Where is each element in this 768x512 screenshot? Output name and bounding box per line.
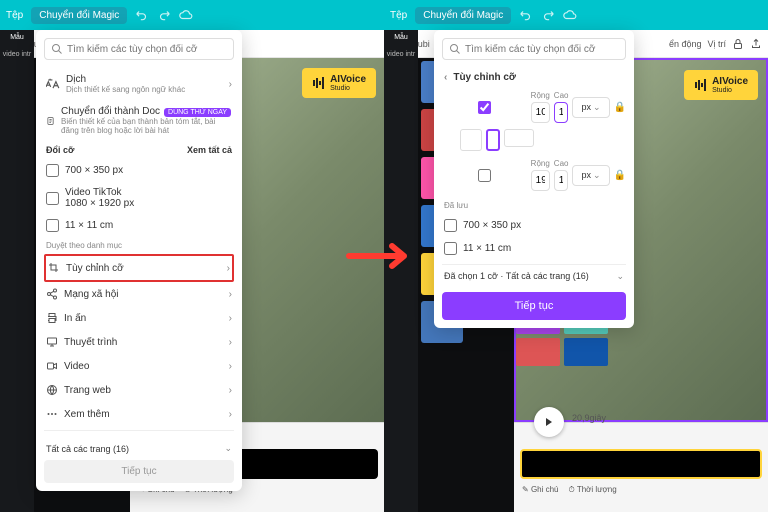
search-input[interactable] [442,38,626,60]
share-icon [46,288,58,300]
presentation-icon [46,336,58,348]
height-input-2[interactable] [554,170,569,191]
cloud-icon[interactable] [179,8,193,22]
cat-social[interactable]: Mạng xã hội› [44,282,234,306]
more-icon [46,408,58,420]
aivoice-badge: AIVoiceStudio [684,70,758,100]
search-input[interactable] [44,38,234,60]
docify-row[interactable]: Chuyển đổi thành DocDÙNG THỬ NGAYBiến th… [44,100,234,141]
duration-button[interactable]: ⏱ Thời lượng [569,485,617,495]
size-checkbox-2[interactable] [442,169,527,182]
summary-row[interactable]: Đã chọn 1 cỡ · Tất cả các trang (16)⌄ [442,264,626,288]
aivoice-badge: AIVoiceStudio [302,68,376,98]
sidebar-tab-intro[interactable]: video intr [3,51,31,58]
timecode: 20,9giây [572,413,606,423]
share-icon[interactable] [750,38,762,50]
undo-icon[interactable] [519,8,533,22]
lock-icon[interactable] [732,38,744,50]
sidebar-tab-template[interactable]: Mẫu [394,34,408,41]
continue-button[interactable]: Tiếp tục [442,292,626,320]
animate-button[interactable]: ển động [669,39,702,49]
size-tiktok[interactable]: Video TikTok1080 × 1920 px [44,182,234,214]
cloud-icon[interactable] [563,8,577,22]
size-11x11[interactable]: 11 × 11 cm [44,214,234,237]
orient-portrait[interactable] [486,129,500,151]
chevron-left-icon: ‹ [444,72,447,83]
play-button[interactable] [534,407,564,437]
allpages-row[interactable]: Tất cả các trang (16)⌄ [44,437,234,460]
size-checkbox-1[interactable] [442,101,527,114]
wave-icon [312,76,326,90]
size-700x350[interactable]: 700 × 350 px [44,159,234,182]
redo-icon[interactable] [157,8,171,22]
resize-panel: DịchDịch thiết kế sang ngôn ngữ khác › C… [36,30,242,491]
orient-landscape[interactable] [504,129,534,147]
search-icon [51,43,63,55]
width-input-2[interactable] [531,170,550,191]
globe-icon [46,384,58,396]
orient-square[interactable] [460,129,482,151]
topbar: Tệp Chuyển đổi Magic [0,0,384,30]
undo-icon[interactable] [135,8,149,22]
print-icon [46,312,58,324]
unit-select[interactable]: px ⌄ [572,165,609,186]
timeline-track[interactable] [520,449,762,479]
cat-video[interactable]: Video› [44,354,234,378]
timeline: 20,9giây ✎ Ghi chú ⏱ Thời lượng [514,422,768,512]
video-icon [46,360,58,372]
file-menu[interactable]: Tệp [390,10,407,21]
cat-presentation[interactable]: Thuyết trình› [44,330,234,354]
cat-more[interactable]: Xem thêm› [44,402,234,426]
redo-icon[interactable] [541,8,555,22]
magic-convert-button[interactable]: Chuyển đổi Magic [31,7,127,24]
crop-icon [48,262,60,274]
saved-11x11[interactable]: 11 × 11 cm [442,237,626,260]
search-icon [449,43,461,55]
viewall-link[interactable]: Xem tất cả [187,145,232,155]
sidebar-tab-intro[interactable]: video intr [387,51,415,58]
translate-row[interactable]: DịchDịch thiết kế sang ngôn ngữ khác › [44,68,234,100]
topbar: Tệp Chuyển đổi Magic [384,0,768,30]
cat-print[interactable]: In ấn› [44,306,234,330]
sidebar-tab-template[interactable]: Mẫu [10,34,24,41]
page-thumb[interactable] [516,338,560,366]
cat-web[interactable]: Trang web› [44,378,234,402]
notes-button[interactable]: ✎ Ghi chú [522,485,559,495]
translate-icon [46,77,60,91]
back-button[interactable]: ‹ Tùy chỉnh cỡ [442,68,626,91]
sidebar: Mẫu video intr [0,30,34,512]
custom-size-panel: ‹ Tùy chỉnh cỡ Rộng Cao px ⌄ 🔒 Rộng Cao … [434,30,634,328]
file-menu[interactable]: Tệp [6,10,23,21]
unit-select[interactable]: px ⌄ [572,97,609,118]
doc-icon [46,114,55,128]
position-button[interactable]: Vị trí [707,39,726,49]
lock-icon[interactable]: 🔒 [614,170,626,181]
magic-convert-button[interactable]: Chuyển đổi Magic [415,7,511,24]
page-thumb[interactable] [564,338,608,366]
saved-700x350[interactable]: 700 × 350 px [442,214,626,237]
flow-arrow [344,241,424,271]
sidebar: Mẫu video intr [384,30,418,512]
cat-custom-size[interactable]: Tùy chỉnh cỡ› [44,254,234,282]
width-input-1[interactable] [531,102,550,123]
lock-icon[interactable]: 🔒 [614,102,626,113]
chevron-right-icon: › [229,79,232,90]
wave-icon [694,78,708,92]
height-input-1[interactable] [554,102,569,123]
continue-button[interactable]: Tiếp tục [44,460,234,483]
